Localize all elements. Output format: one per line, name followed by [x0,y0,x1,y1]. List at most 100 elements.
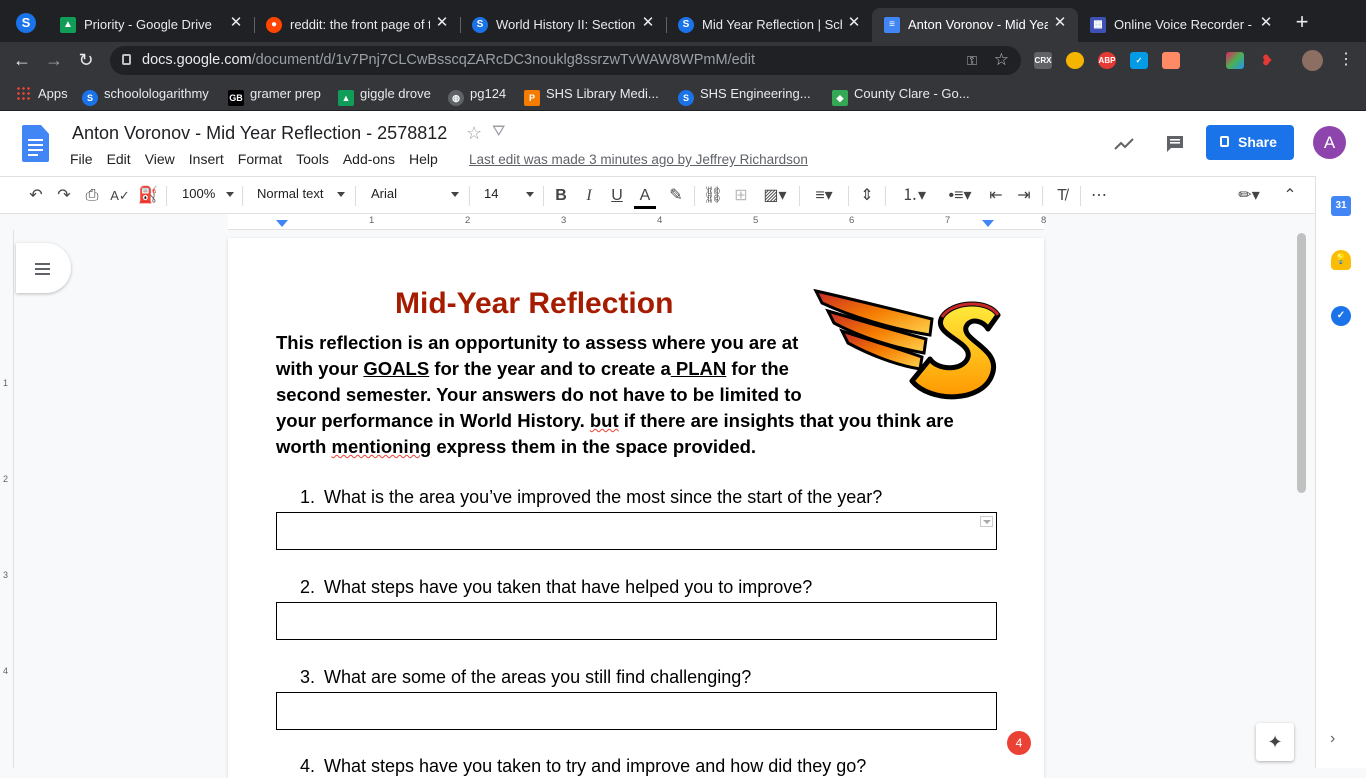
tab-anton-voronov-doc[interactable]: ≡ Anton Voronov - Mid Yea ✕ [872,8,1078,42]
tasks-icon[interactable]: ✓ [1331,306,1351,326]
key-icon[interactable]: ⚿ [967,53,977,69]
numbered-list-icon[interactable]: ⒈▾ [895,185,933,207]
menu-insert[interactable]: Insert [189,151,224,167]
bold-icon[interactable]: B [552,185,570,207]
vertical-scrollbar[interactable] [1297,233,1306,493]
forward-arrow-icon[interactable]: → [44,50,64,70]
bookmark-shs-library[interactable]: P SHS Library Medi... [524,86,659,106]
tab-mid-year-reflection-schoology[interactable]: S Mid Year Reflection | Sch ✕ [666,8,872,42]
horizontal-ruler[interactable]: 1 2 3 4 5 6 7 8 [228,214,1046,230]
paragraph-style-select[interactable]: Normal text [257,186,345,201]
bookmark-star-icon[interactable]: ☆ [994,50,1009,70]
bulleted-list-icon[interactable]: •≡▾ [941,185,979,207]
zoom-select[interactable]: 100% [182,186,234,201]
clear-formatting-icon[interactable]: T̸ [1052,185,1072,207]
google-docs-logo-icon[interactable] [22,125,49,162]
bookmark-giggle-drove[interactable]: ▲ giggle drove [338,86,431,106]
notification-badge[interactable]: 4 [1007,731,1031,755]
menu-add-ons[interactable]: Add-ons [343,151,395,167]
last-edit-link[interactable]: Last edit was made 3 minutes ago by Jeff… [469,152,808,167]
line-spacing-icon[interactable]: ⇕ [857,185,877,207]
document-title[interactable]: Anton Voronov - Mid Year Reflection - 25… [72,123,447,144]
insert-link-icon[interactable]: ⛓ [703,185,723,207]
menu-file[interactable]: File [70,151,93,167]
increase-indent-icon[interactable]: ⇥ [1014,185,1034,207]
chevron-right-icon[interactable]: › [1330,730,1335,748]
calendar-icon[interactable]: 31 [1331,196,1351,216]
comments-icon[interactable] [1164,133,1186,155]
add-comment-icon[interactable]: ⊞ [731,185,751,207]
answer-box-2[interactable] [276,602,997,640]
chevron-down-icon[interactable] [980,516,993,527]
font-family-select[interactable]: Arial [371,186,459,201]
activity-trend-icon[interactable] [1113,133,1135,155]
spelling-flagged-word[interactable]: but [590,410,619,431]
bookmark-apps[interactable]: Apps [16,86,68,104]
close-tab-icon[interactable]: ✕ [434,15,450,31]
bookmark-shs-engineering[interactable]: S SHS Engineering... [678,86,811,106]
tab-online-voice-recorder[interactable]: ▦ Online Voice Recorder - I ✕ [1078,8,1284,42]
share-button[interactable]: Share [1206,125,1294,160]
move-to-folder-icon[interactable]: ⛛ [492,123,505,141]
undo-icon[interactable]: ↶ [26,185,46,207]
spelling-flagged-word[interactable]: mentioning [332,436,432,457]
font-size-select[interactable]: 14 [484,186,534,201]
bookmark-county-clare[interactable]: ◆ County Clare - Go... [832,86,970,106]
tab-world-history[interactable]: S World History II: Section ✕ [460,8,667,42]
menu-format[interactable]: Format [238,151,282,167]
document-outline-button[interactable] [16,243,71,293]
text-color-icon[interactable]: A [634,185,656,209]
back-arrow-icon[interactable]: ← [12,50,32,70]
collapse-menu-icon[interactable]: ⌃ [1280,185,1300,207]
paint-format-icon[interactable]: ⛽ [138,185,158,207]
bookmark-pg124[interactable]: ◍ pg124 [448,86,506,106]
left-indent-marker[interactable] [276,220,288,227]
explore-icon[interactable]: ✦ [1256,723,1294,761]
star-icon[interactable]: ☆ [466,123,482,144]
checkbox-ext-icon[interactable]: ✓ [1130,52,1148,69]
italic-icon[interactable]: I [580,185,598,207]
close-tab-icon[interactable]: ✕ [1258,15,1274,31]
close-tab-icon[interactable]: ✕ [640,15,656,31]
underline-icon[interactable]: U [608,185,626,207]
adblock-icon[interactable]: ABP [1098,52,1116,69]
menu-view[interactable]: View [145,151,175,167]
close-tab-icon[interactable]: ✕ [228,15,244,31]
menu-help[interactable]: Help [409,151,438,167]
red-ext-icon[interactable]: ❥ [1258,52,1276,69]
profile-avatar[interactable] [1302,50,1323,71]
new-tab-icon[interactable]: + [1292,11,1312,33]
print-icon[interactable]: ⎙ [82,185,102,207]
ruler-mark: 5 [753,215,759,226]
crx-icon[interactable]: CRX [1034,52,1052,69]
redo-icon[interactable]: ↷ [54,185,74,207]
more-options-icon[interactable]: ⋯ [1089,185,1109,207]
close-tab-icon[interactable]: ✕ [1052,15,1068,31]
menu-edit[interactable]: Edit [107,151,131,167]
vertical-ruler[interactable]: 1 2 3 4 [0,230,14,768]
answer-box-3[interactable] [276,692,997,730]
spellcheck-icon[interactable]: A✓ [110,185,130,207]
bookmark-schoolologarithmy[interactable]: Sschoolologarithmy [82,86,209,106]
insert-image-icon[interactable]: ▨▾ [759,185,791,207]
menu-tools[interactable]: Tools [296,151,329,167]
decrease-indent-icon[interactable]: ⇤ [986,185,1006,207]
highlight-color-icon[interactable]: ✎ [666,185,686,207]
editing-mode-icon[interactable]: ✏▾ [1232,185,1266,207]
account-avatar[interactable]: A [1313,126,1346,159]
package-ext-icon[interactable] [1162,52,1180,69]
answer-box-1[interactable] [276,512,997,550]
right-indent-marker[interactable] [982,220,994,227]
close-tab-icon[interactable]: ✕ [846,15,862,31]
bookmark-gramer-prep[interactable]: GB gramer prep [228,86,321,106]
align-icon[interactable]: ≡▾ [808,185,840,207]
schoology-icon[interactable]: S [16,13,36,33]
owl-icon[interactable] [1066,52,1084,69]
tab-priority-google-drive[interactable]: ▲ Priority - Google Drive ✕ [48,8,255,42]
address-bar[interactable]: docs.google.com/document/d/1v7Pnj7CLCwBs… [110,46,1021,75]
reload-icon[interactable]: ↻ [76,50,96,70]
keep-icon[interactable]: 💡 [1331,250,1351,270]
browser-menu-icon[interactable]: ⋮ [1338,50,1354,70]
tab-reddit[interactable]: ● reddit: the front page of t ✕ [254,8,461,42]
rainbow-ext-icon[interactable] [1226,52,1244,69]
